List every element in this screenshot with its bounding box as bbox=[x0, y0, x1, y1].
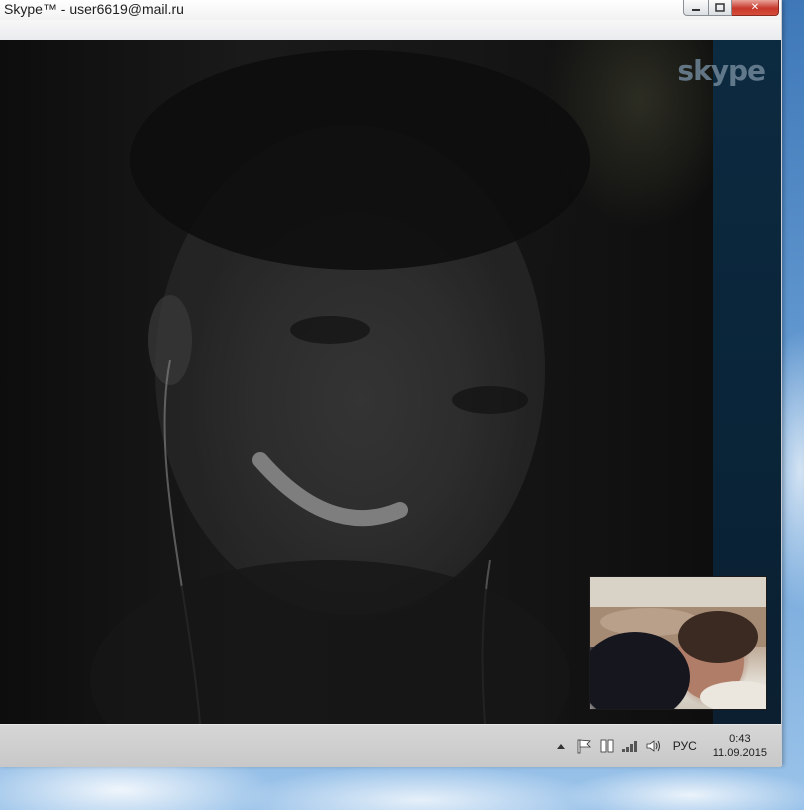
window-controls: ✕ bbox=[683, 0, 779, 16]
clock[interactable]: 0:43 11.09.2015 bbox=[713, 732, 767, 760]
window-menu-strip bbox=[0, 20, 781, 41]
clock-time: 0:43 bbox=[729, 733, 751, 745]
network-adapter-icon[interactable] bbox=[597, 736, 617, 756]
maximize-button[interactable] bbox=[709, 0, 732, 16]
self-view-video[interactable] bbox=[589, 576, 767, 710]
skype-window: Skype™ - user6619@mail.ru ✕ skype РУС 0:… bbox=[0, 0, 782, 767]
restore-icon bbox=[715, 3, 725, 12]
title-bar[interactable]: Skype™ - user6619@mail.ru ✕ bbox=[0, 0, 781, 20]
call-stage[interactable]: skype bbox=[0, 40, 781, 724]
signal-bars-icon[interactable] bbox=[620, 736, 640, 756]
minimize-icon bbox=[692, 8, 700, 11]
volume-icon[interactable] bbox=[643, 736, 663, 756]
clock-date: 11.09.2015 bbox=[712, 747, 767, 759]
system-tray: РУС 0:43 11.09.2015 bbox=[548, 725, 767, 767]
minimize-button[interactable] bbox=[683, 0, 709, 16]
self-view-shapes bbox=[590, 577, 766, 709]
action-center-flag-icon[interactable] bbox=[574, 736, 594, 756]
taskbar: РУС 0:43 11.09.2015 bbox=[0, 724, 781, 767]
close-icon: ✕ bbox=[750, 2, 760, 13]
close-button[interactable]: ✕ bbox=[732, 0, 779, 16]
skype-logo: skype bbox=[677, 54, 766, 87]
show-hidden-icons-icon[interactable] bbox=[551, 736, 571, 756]
language-indicator[interactable]: РУС bbox=[673, 739, 697, 753]
window-title: Skype™ - user6619@mail.ru bbox=[4, 1, 184, 17]
